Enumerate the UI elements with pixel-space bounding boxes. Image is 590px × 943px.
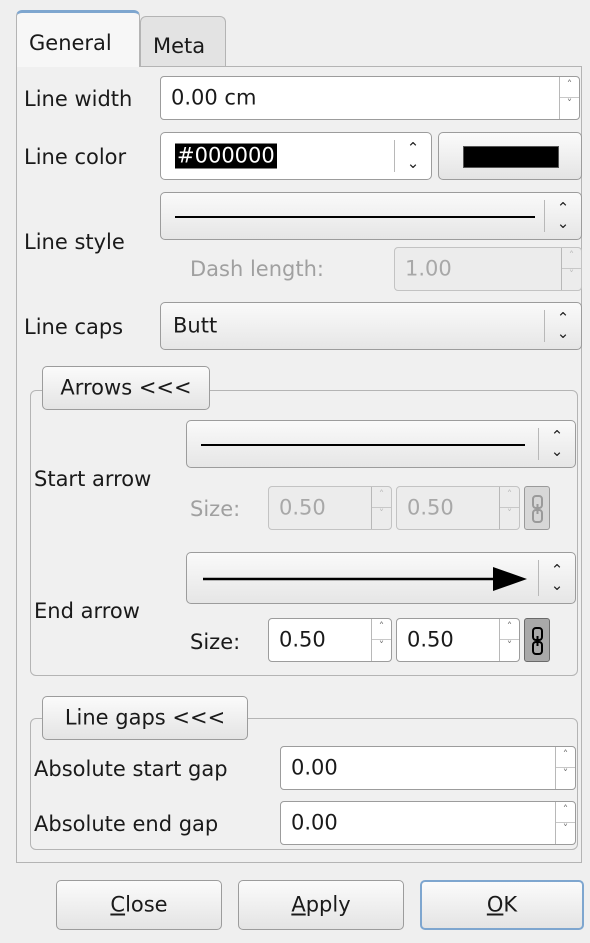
decrement-icon[interactable]: ˅	[500, 638, 519, 661]
increment-icon[interactable]: ˄	[556, 802, 575, 823]
dash-length-label: Dash length:	[190, 257, 324, 281]
decrement-icon[interactable]: ˅	[562, 267, 581, 290]
decrement-icon[interactable]: ˅	[556, 766, 575, 789]
combo-separator	[544, 310, 545, 342]
tab-general[interactable]: General	[16, 10, 140, 67]
ok-button-label: OK	[486, 892, 518, 917]
tab-meta-label: Meta	[153, 34, 206, 58]
increment-icon[interactable]: ˄	[372, 619, 391, 640]
color-swatch	[463, 146, 559, 168]
chevron-updown-icon: ⌃ ⌄	[550, 427, 564, 460]
increment-icon[interactable]: ˄	[562, 248, 581, 269]
end-gap-label: Absolute end gap	[34, 812, 219, 836]
end-arrow-height-value: 0.50	[407, 627, 454, 652]
end-arrow-width-value: 0.50	[279, 627, 326, 652]
line-color-value: #000000	[175, 143, 277, 169]
line-style-combo[interactable]: ⌃ ⌄	[160, 192, 582, 240]
line-gaps-toggle-label: Line gaps <<<	[64, 705, 226, 730]
end-arrow-height-spinbox[interactable]: 0.50 ˄ ˅	[396, 618, 520, 662]
end-arrow-preview	[203, 567, 527, 591]
apply-button-label: Apply	[291, 892, 351, 917]
combo-separator	[538, 560, 539, 596]
start-gap-label: Absolute start gap	[34, 757, 228, 781]
arrows-toggle-button[interactable]: Arrows <<<	[42, 366, 210, 410]
start-gap-spinbox[interactable]: 0.00 ˄ ˅	[280, 746, 576, 790]
tab-general-label: General	[29, 31, 112, 55]
line-caps-combo[interactable]: Butt ⌃ ⌄	[160, 302, 582, 350]
increment-icon[interactable]: ˄	[372, 487, 391, 508]
apply-button[interactable]: Apply	[238, 880, 404, 930]
chevron-updown-icon: ⌃ ⌄	[556, 309, 570, 342]
chevron-updown-icon: ⌃ ⌄	[556, 199, 570, 232]
decrement-icon[interactable]: ˅	[560, 96, 579, 119]
end-gap-stepper[interactable]: ˄ ˅	[555, 802, 575, 844]
start-arrow-width-spinbox[interactable]: 0.50 ˄ ˅	[268, 486, 392, 530]
line-gaps-toggle-button[interactable]: Line gaps <<<	[42, 696, 248, 740]
end-gap-spinbox[interactable]: 0.00 ˄ ˅	[280, 801, 576, 845]
line-width-value: 0.00 cm	[171, 85, 257, 110]
end-gap-value: 0.00	[291, 810, 338, 835]
increment-icon[interactable]: ˄	[500, 487, 519, 508]
end-arrow-height-stepper[interactable]: ˄ ˅	[499, 619, 519, 661]
combo-separator	[538, 428, 539, 460]
start-arrow-preview	[201, 444, 525, 446]
line-color-label: Line color	[24, 145, 127, 169]
line-style-label: Line style	[24, 230, 125, 254]
start-arrow-combo[interactable]: ⌃ ⌄	[186, 420, 576, 468]
decrement-icon[interactable]: ˅	[372, 506, 391, 529]
end-arrow-width-stepper[interactable]: ˄ ˅	[371, 619, 391, 661]
color-picker-button[interactable]	[438, 132, 582, 180]
dash-length-spinbox[interactable]: 1.00 ˄ ˅	[394, 247, 582, 291]
line-width-spinbox[interactable]: 0.00 cm ˄ ˅	[160, 76, 580, 120]
start-arrow-width-value: 0.50	[279, 495, 326, 520]
start-gap-stepper[interactable]: ˄ ˅	[555, 747, 575, 789]
end-arrow-label: End arrow	[34, 599, 140, 623]
start-arrow-label: Start arrow	[34, 467, 152, 491]
start-arrow-height-stepper[interactable]: ˄ ˅	[499, 487, 519, 529]
start-arrow-height-spinbox[interactable]: 0.50 ˄ ˅	[396, 486, 520, 530]
decrement-icon[interactable]: ˅	[372, 638, 391, 661]
line-caps-label: Line caps	[24, 315, 124, 339]
dash-length-stepper[interactable]: ˄ ˅	[561, 248, 581, 290]
line-width-stepper[interactable]: ˄ ˅	[559, 77, 579, 119]
line-width-label: Line width	[24, 87, 133, 111]
increment-icon[interactable]: ˄	[556, 747, 575, 768]
combo-separator	[544, 200, 545, 232]
line-color-combo[interactable]: #000000 ⌃ ⌄	[160, 132, 432, 180]
end-arrow-size-label: Size:	[190, 630, 241, 654]
end-arrow-chain-toggle[interactable]	[524, 618, 550, 662]
ok-button[interactable]: OK	[420, 880, 584, 930]
start-arrow-size-label: Size:	[190, 497, 241, 521]
chain-link-icon	[532, 627, 543, 655]
decrement-icon[interactable]: ˅	[556, 821, 575, 844]
combo-separator	[394, 140, 395, 172]
dash-length-value: 1.00	[405, 256, 452, 281]
start-gap-value: 0.00	[291, 755, 338, 780]
increment-icon[interactable]: ˄	[560, 77, 579, 98]
end-arrow-width-spinbox[interactable]: 0.50 ˄ ˅	[268, 618, 392, 662]
decrement-icon[interactable]: ˅	[500, 506, 519, 529]
line-caps-value: Butt	[173, 313, 218, 338]
solid-line-preview	[175, 216, 535, 218]
chevron-updown-icon: ⌃ ⌄	[406, 139, 420, 172]
arrows-toggle-label: Arrows <<<	[60, 375, 192, 400]
end-arrow-combo[interactable]: ⌃ ⌄	[186, 552, 576, 604]
start-arrow-height-value: 0.50	[407, 495, 454, 520]
close-button-label: Close	[110, 892, 168, 917]
close-button[interactable]: Close	[56, 880, 222, 930]
tab-meta[interactable]: Meta	[140, 16, 226, 67]
chevron-updown-icon: ⌃ ⌄	[550, 561, 564, 594]
start-arrow-chain-toggle[interactable]	[524, 486, 550, 530]
start-arrow-width-stepper[interactable]: ˄ ˅	[371, 487, 391, 529]
chain-link-icon	[532, 495, 543, 523]
increment-icon[interactable]: ˄	[500, 619, 519, 640]
